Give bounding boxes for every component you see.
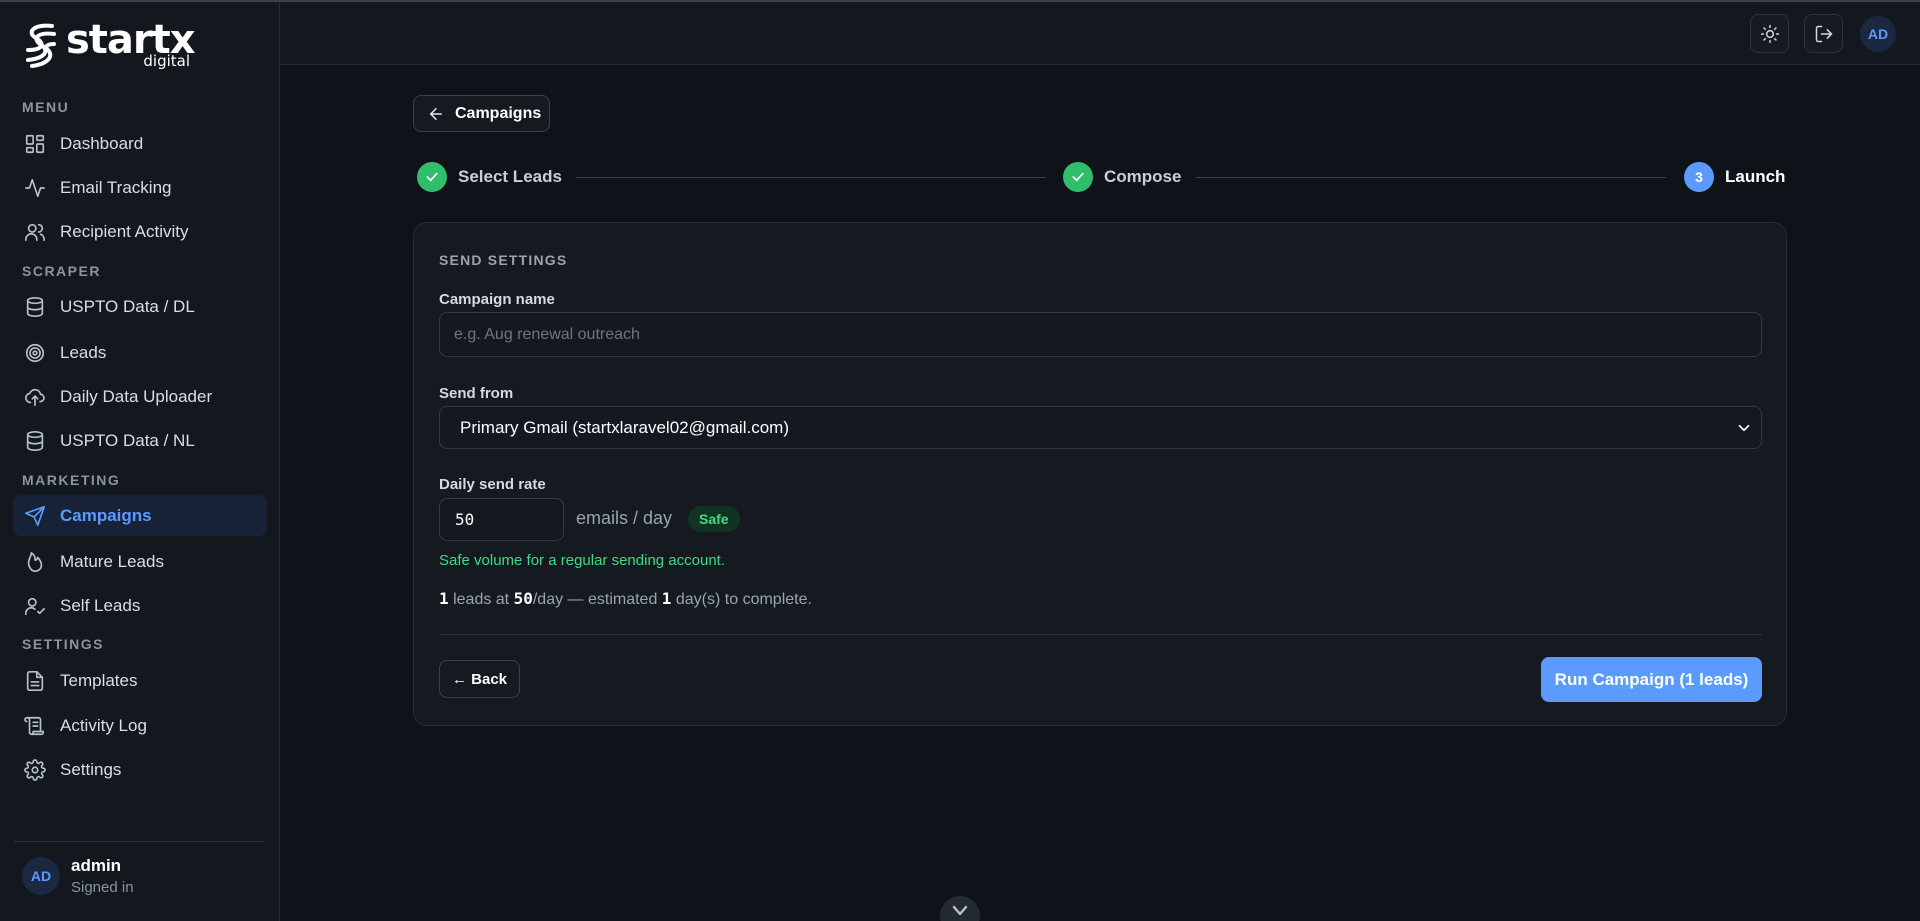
user-check-icon — [24, 595, 46, 617]
sidebar-item-settings[interactable]: Settings — [13, 749, 267, 790]
estimate-text: day(s) to complete. — [671, 591, 812, 608]
sidebar-item-daily-data-uploader[interactable]: Daily Data Uploader — [13, 376, 267, 417]
sun-icon — [1760, 24, 1779, 43]
estimate-leads: 1 — [439, 589, 449, 608]
arrow-left-icon — [430, 107, 442, 120]
send-from-value: Primary Gmail (startxlaravel02@gmail.com… — [460, 417, 789, 437]
daily-rate-label: Daily send rate — [439, 476, 546, 493]
daily-rate-unit: emails / day — [576, 508, 673, 528]
step-check-badge — [417, 162, 447, 192]
section-label-settings: SETTINGS — [22, 636, 105, 652]
chevron-down-icon — [1738, 424, 1750, 432]
sidebar-item-label: Activity Log — [60, 715, 147, 735]
step-connector — [576, 177, 1046, 178]
estimate-text: /day — estimated — [532, 591, 662, 608]
send-icon — [24, 505, 46, 527]
cloud-upload-icon — [24, 386, 46, 408]
step-label: Select Leads — [458, 167, 562, 186]
users-icon — [24, 221, 46, 243]
sidebar-item-uspto-dl[interactable]: USPTO Data / DL — [13, 286, 267, 327]
send-estimate: 1 leads at 50/day — estimated 1 day(s) t… — [439, 589, 812, 609]
sidebar-item-label: USPTO Data / DL — [60, 296, 195, 316]
dashboard-icon — [24, 133, 46, 155]
sidebar-item-label: Dashboard — [60, 133, 144, 153]
back-to-campaigns-label: Campaigns — [455, 104, 542, 122]
sidebar-item-email-tracking[interactable]: Email Tracking — [13, 167, 267, 208]
sidebar-item-label: Mature Leads — [60, 551, 164, 571]
estimate-days: 1 — [661, 589, 672, 608]
sidebar-item-uspto-nl[interactable]: USPTO Data / NL — [13, 420, 267, 461]
activity-icon — [24, 177, 46, 199]
sidebar-item-label: USPTO Data / NL — [60, 430, 195, 450]
sidebar-item-activity-log[interactable]: Activity Log — [13, 705, 267, 746]
step-label: Launch — [1725, 167, 1786, 186]
gear-icon — [24, 758, 46, 781]
sidebar-item-label: Recipient Activity — [60, 221, 189, 241]
estimate-rate: 50 — [513, 589, 533, 608]
check-icon — [1072, 172, 1084, 182]
sidebar-divider — [14, 841, 264, 842]
step-label: Compose — [1104, 167, 1182, 186]
flame-icon — [24, 551, 46, 573]
sidebar-item-label: Daily Data Uploader — [60, 386, 213, 406]
step-launch: 3 Launch — [1684, 162, 1785, 192]
target-icon — [24, 342, 46, 364]
campaign-name-label: Campaign name — [439, 291, 555, 308]
step-number-badge: 3 — [1684, 162, 1714, 192]
top-header: AD — [280, 2, 1920, 65]
step-select-leads: Select Leads — [417, 162, 562, 192]
sidebar-item-label: Campaigns — [60, 505, 152, 525]
estimate-text: leads at — [448, 591, 514, 608]
section-label-menu: MENU — [22, 99, 70, 115]
section-label-marketing: MARKETING — [22, 472, 121, 488]
send-settings-card: SEND SETTINGS Campaign name Send from Pr… — [413, 222, 1787, 726]
sidebar-item-leads[interactable]: Leads — [13, 332, 267, 373]
daily-rate-input[interactable] — [439, 498, 564, 541]
send-from-label: Send from — [439, 385, 514, 402]
database-icon — [24, 296, 46, 318]
logo-mark-icon — [26, 23, 56, 68]
theme-toggle-button[interactable] — [1750, 14, 1789, 53]
sidebar-item-recipient-activity[interactable]: Recipient Activity — [13, 211, 267, 252]
sidebar-item-label: Templates — [60, 670, 138, 690]
logout-icon — [1815, 25, 1832, 42]
logout-button[interactable] — [1804, 14, 1843, 53]
file-text-icon — [24, 670, 46, 692]
run-campaign-button[interactable]: Run Campaign (1 leads) — [1541, 657, 1762, 702]
card-divider — [439, 634, 1762, 635]
sidebar-item-mature-leads[interactable]: Mature Leads — [13, 541, 267, 582]
scroll-icon — [24, 715, 46, 737]
sidebar-item-dashboard[interactable]: Dashboard — [13, 123, 267, 164]
sidebar: startx digital MENU Dashboard Email Trac… — [0, 2, 280, 921]
brand-logo[interactable]: startx digital — [22, 18, 202, 70]
send-from-select[interactable]: Primary Gmail (startxlaravel02@gmail.com… — [439, 406, 1762, 449]
user-name: admin — [71, 856, 122, 875]
sidebar-item-label: Email Tracking — [60, 177, 172, 197]
sidebar-item-templates[interactable]: Templates — [13, 660, 267, 701]
back-to-campaigns-button[interactable]: Campaigns — [413, 95, 550, 132]
campaign-name-input[interactable] — [439, 312, 1762, 357]
check-icon — [426, 172, 438, 182]
safe-volume-note: Safe volume for a regular sending accoun… — [439, 552, 726, 569]
step-check-badge — [1063, 162, 1093, 192]
card-title: SEND SETTINGS — [439, 252, 568, 268]
sidebar-item-label: Settings — [60, 759, 122, 779]
step-compose: Compose — [1063, 162, 1181, 192]
status-badge: Safe — [688, 506, 740, 532]
sidebar-item-campaigns[interactable]: Campaigns — [13, 495, 267, 536]
scroll-down-button[interactable] — [940, 896, 980, 921]
database-icon — [24, 430, 46, 452]
brand-sub: digital — [143, 52, 190, 70]
chevron-down-icon — [952, 905, 968, 916]
header-avatar[interactable]: AD — [1860, 16, 1896, 52]
back-button[interactable]: ← Back — [439, 660, 520, 698]
user-status: Signed in — [71, 879, 134, 896]
sidebar-item-label: Leads — [60, 342, 107, 362]
avatar[interactable]: AD — [22, 857, 60, 895]
sidebar-item-self-leads[interactable]: Self Leads — [13, 585, 267, 626]
section-label-scraper: SCRAPER — [22, 263, 101, 279]
sidebar-item-label: Self Leads — [60, 595, 141, 615]
step-connector — [1196, 177, 1666, 178]
